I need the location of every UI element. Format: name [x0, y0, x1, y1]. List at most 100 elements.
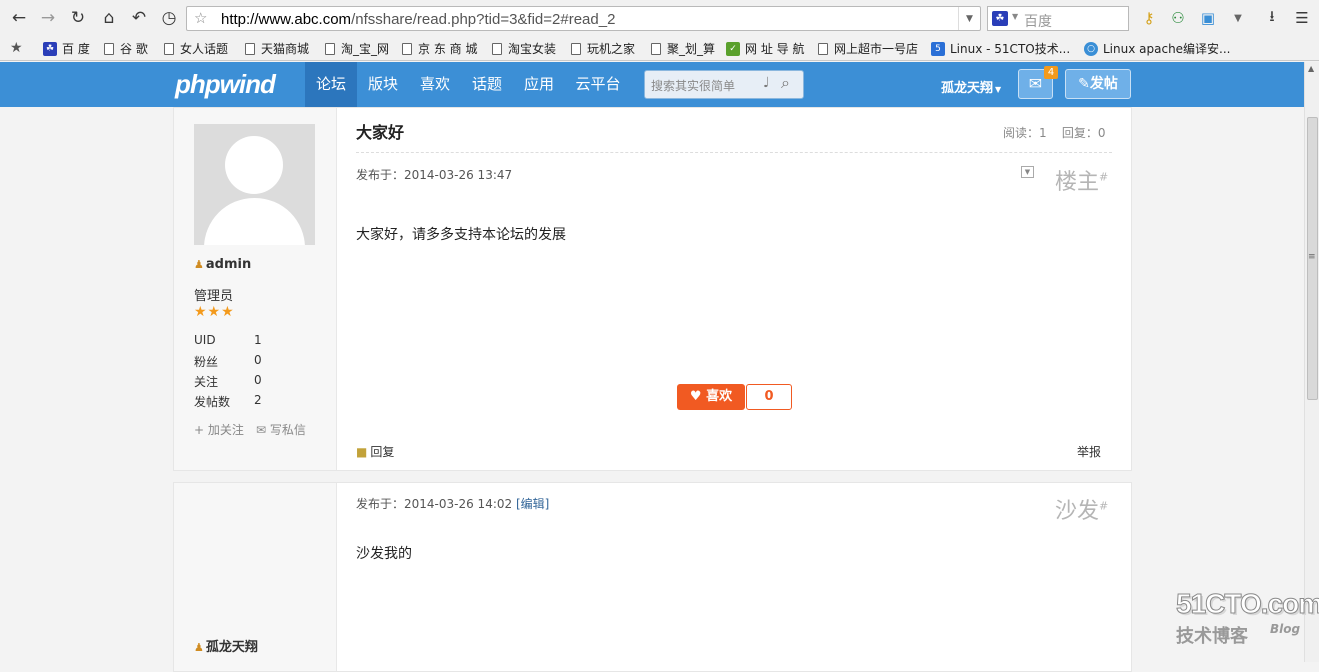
avatar[interactable]	[194, 124, 315, 245]
nav-forum[interactable]: 论坛	[305, 62, 357, 107]
post-title: 大家好	[356, 123, 405, 142]
author-role: 管理员	[194, 289, 234, 304]
post-body: 大家好，请多多支持本论坛的发展	[356, 227, 566, 243]
reload-icon[interactable]: ↻	[68, 8, 88, 28]
mail-icon: ✉	[1028, 74, 1043, 93]
watermark: 51CTO.com 技术博客 Blog	[1175, 588, 1319, 648]
collapse-icon[interactable]: ▼	[1021, 166, 1034, 178]
bookmark-item[interactable]: 谷 歌	[104, 40, 148, 57]
nav-cloud[interactable]: 云平台	[565, 62, 631, 107]
bookmark-item[interactable]: 5 Linux - 51CTO技术...	[931, 40, 1070, 57]
floor-label[interactable]: 沙发#	[1055, 493, 1108, 525]
bookmark-item[interactable]: ☘ 百 度	[43, 40, 90, 57]
user-search-icon[interactable]: ⚇	[1168, 8, 1188, 28]
user-menu[interactable]: 孤龙天翔 ▼	[941, 77, 1001, 96]
bookmark-item[interactable]: 淘_宝_网	[325, 40, 389, 57]
home-icon[interactable]: ⌂	[99, 8, 119, 28]
follow-link[interactable]: + 加关注	[194, 421, 244, 438]
stat-following: 关注 0	[194, 373, 262, 389]
address-bar[interactable]: ☆ http://www.abc.com/nfsshare/read.php?t…	[186, 6, 981, 31]
stat-fans: 粉丝 0	[194, 353, 262, 369]
site-search-placeholder: 搜索其实很简单	[651, 79, 736, 93]
envelope-icon: ✉	[256, 423, 270, 437]
microphone-icon[interactable]: ♩	[763, 75, 770, 91]
reply-link[interactable]: ■ 回复	[356, 443, 394, 460]
mail-count-badge: 4	[1044, 66, 1058, 79]
floor-label[interactable]: 楼主#	[1055, 164, 1108, 196]
watermark-cn: 技术博客	[1176, 626, 1248, 647]
page-icon	[164, 42, 174, 55]
nav-sections[interactable]: 版块	[357, 62, 409, 107]
stat-posts: 发帖数 2	[194, 393, 262, 409]
like-button[interactable]: ♥ 喜欢	[677, 384, 745, 410]
chevron-down-icon: ▼	[995, 85, 1002, 94]
forward-icon[interactable]: →	[38, 8, 58, 28]
history-icon[interactable]: ◷	[159, 8, 179, 28]
message-link[interactable]: ✉ 写私信	[256, 421, 306, 438]
author-panel: ♟ 孤龙天翔	[174, 483, 337, 671]
51cto-icon: 5	[931, 41, 945, 56]
bookmark-item[interactable]: 京 东 商 城	[402, 40, 477, 57]
baidu-paw-icon: ☘	[992, 11, 1008, 26]
address-url: http://www.abc.com/nfsshare/read.php?tid…	[221, 11, 616, 28]
bookmark-item[interactable]: 玩机之家	[571, 40, 635, 57]
scroll-grip-icon: ≡	[1308, 252, 1316, 262]
post-date: 发布于：2014-03-26 14:02 [编辑]	[356, 497, 550, 511]
bookmark-item[interactable]: 女人话题	[164, 40, 228, 57]
author-name[interactable]: ♟ admin	[194, 257, 251, 272]
browser-search-box[interactable]: ☘ ▼ 百度	[987, 6, 1129, 31]
divider	[356, 152, 1112, 153]
menu-dropdown-icon[interactable]: ▼	[1228, 8, 1248, 28]
like-count: 0	[746, 384, 792, 410]
page-icon	[818, 42, 828, 55]
username-label: 孤龙天翔	[941, 81, 994, 96]
bookmark-star-icon[interactable]: ☆	[194, 9, 207, 27]
search-icon[interactable]: ⌕	[781, 73, 790, 93]
bookmarks-bar: ★ ☘ 百 度 谷 歌 女人话题 天猫商城 淘_宝_网 京 东 商 城 淘宝女装 …	[0, 36, 1319, 61]
author-name[interactable]: ♟ 孤龙天翔	[194, 636, 258, 655]
watermark-blog: Blog	[1270, 622, 1301, 636]
baidu-icon: ☘	[43, 41, 57, 56]
new-post-button[interactable]: ✎发帖	[1065, 69, 1131, 99]
post-floor-1: ♟ admin 管理员 ★★★ UID 1 粉丝 0 关注 0 发帖数 2 + 加关注 ✉…	[173, 107, 1132, 471]
back-icon[interactable]: ←	[9, 8, 29, 28]
site-navbar: phpwind 论坛 版块 喜欢 话题 应用 云平台 搜索其实很简单 ♩ ⌕ 孤…	[0, 62, 1304, 107]
key-icon[interactable]: ⚷	[1139, 8, 1159, 28]
bookmark-item[interactable]: 网上超市一号店	[818, 40, 918, 57]
post-counts: 阅读：1 回复：0	[1003, 126, 1106, 140]
bookmark-item[interactable]: 天猫商城	[245, 40, 309, 57]
heart-icon: ♥	[689, 389, 702, 404]
post-date: 发布于：2014-03-26 13:47	[356, 168, 513, 182]
bookmark-item[interactable]: 淘宝女装	[492, 40, 556, 57]
vertical-scrollbar[interactable]: ▲ ≡	[1304, 62, 1319, 662]
page-icon	[651, 42, 661, 55]
plus-icon: +	[194, 423, 208, 437]
extension-icon[interactable]: ▣	[1198, 8, 1218, 28]
edit-link[interactable]: [编辑]	[516, 497, 549, 511]
main-menu-icon[interactable]: ☰	[1292, 8, 1312, 28]
scroll-up-icon[interactable]: ▲	[1308, 64, 1314, 73]
nav-likes[interactable]: 喜欢	[409, 62, 461, 107]
nav-topics[interactable]: 话题	[461, 62, 513, 107]
stat-uid: UID 1	[194, 333, 262, 347]
address-dropdown-icon[interactable]: ▼	[958, 7, 980, 30]
author-panel: ♟ admin 管理员 ★★★ UID 1 粉丝 0 关注 0 发帖数 2 + 加关注 ✉…	[174, 108, 337, 470]
download-icon[interactable]: ⭳	[1262, 7, 1282, 28]
undo-icon[interactable]: ↶	[129, 8, 149, 28]
report-link[interactable]: 举报	[1077, 443, 1101, 460]
page-icon	[492, 42, 502, 55]
site-search-input[interactable]: 搜索其实很简单 ♩ ⌕	[644, 70, 804, 99]
search-engine-placeholder: 百度	[1024, 14, 1052, 30]
browser-toolbar: ← → ↻ ⌂ ↶ ◷ ☆ http://www.abc.com/nfsshar…	[0, 0, 1319, 36]
user-icon: ♟	[194, 258, 204, 271]
rank-stars: ★★★	[194, 304, 235, 320]
bookmark-item[interactable]: 聚_划_算	[651, 40, 715, 57]
comment-icon: ■	[356, 445, 368, 459]
bookmark-item[interactable]: ○ Linux apache编译安...	[1084, 40, 1231, 57]
nav-apps[interactable]: 应用	[513, 62, 565, 107]
page-icon	[402, 42, 412, 55]
bookmark-item[interactable]: ✓ 网 址 导 航	[726, 40, 804, 57]
engine-dropdown-icon[interactable]: ▼	[1012, 12, 1018, 21]
site-logo[interactable]: phpwind	[175, 69, 276, 100]
bookmarks-star-icon[interactable]: ★	[10, 40, 23, 56]
